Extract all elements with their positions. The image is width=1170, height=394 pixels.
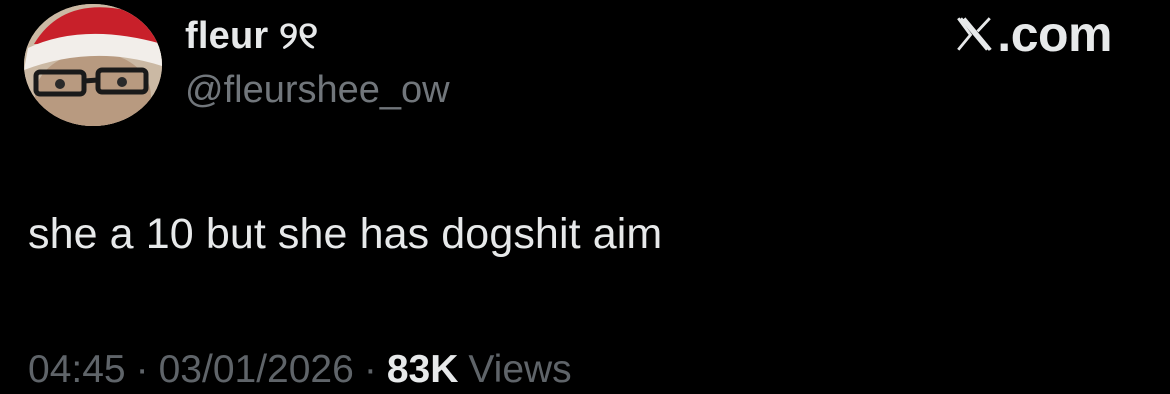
- tweet-text: she a 10 but she has dogshit aim: [28, 210, 663, 258]
- meta-separator: ·: [363, 348, 377, 391]
- brand-domain-text: .com: [997, 6, 1112, 62]
- x-logo-icon: [957, 17, 992, 51]
- views-count[interactable]: 83K: [387, 346, 459, 394]
- display-name[interactable]: fleur ୨୧: [185, 14, 318, 58]
- user-handle[interactable]: @fleurshee_ow: [185, 68, 450, 112]
- tweet-card: fleur ୨୧ @fleurshee_ow .com she a 10 but…: [0, 0, 1170, 391]
- views-label: Views: [468, 348, 572, 391]
- avatar[interactable]: [24, 4, 162, 126]
- tweet-meta: 04:45 · 03/01/2026 · 83K Views: [28, 346, 572, 394]
- tweet-time[interactable]: 04:45: [28, 346, 126, 394]
- tweet-date[interactable]: 03/01/2026: [159, 346, 354, 394]
- brand-watermark: .com: [953, 8, 1112, 60]
- profile-avatar-santa-hat-icon: [24, 4, 162, 126]
- meta-separator: ·: [135, 348, 149, 391]
